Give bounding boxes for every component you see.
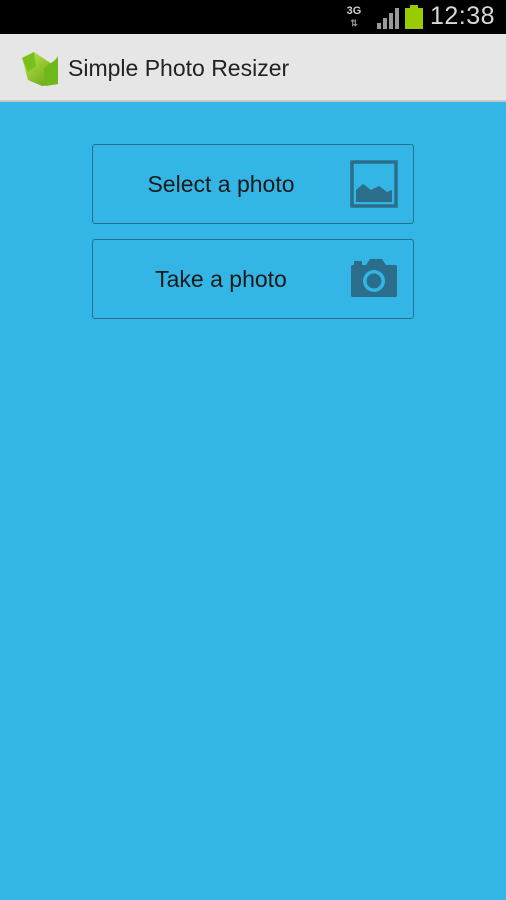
app-title: Simple Photo Resizer [68,55,290,81]
image-icon [350,160,398,208]
take-photo-button[interactable]: Take a photo [92,239,414,319]
network-indicator: 3G ⇅ [341,5,367,31]
network-type-label: 3G [346,5,362,17]
select-photo-button[interactable]: Select a photo [92,144,414,224]
battery-icon [405,5,423,29]
camera-icon [351,259,397,297]
action-bar: Simple Photo Resizer [0,34,506,102]
status-clock: 12:38 [430,2,496,30]
data-activity-icon: ⇅ [350,18,358,28]
signal-strength-icon [377,8,399,29]
select-photo-label: Select a photo [147,171,295,197]
app-logo-icon[interactable] [18,50,60,88]
status-bar: 3G ⇅ 12:38 [0,0,506,34]
take-photo-label: Take a photo [155,266,287,292]
